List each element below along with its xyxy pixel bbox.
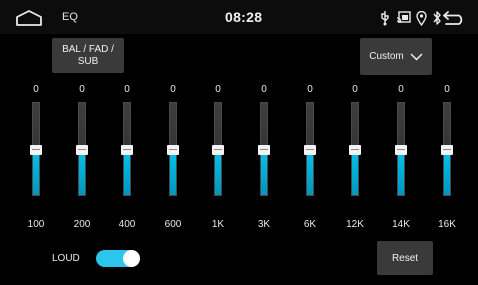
balance-fader-sub-button[interactable]: BAL / FAD / SUB xyxy=(52,38,124,73)
status-bar: EQ 08:28 xyxy=(0,0,478,34)
eq-slider-fill xyxy=(79,148,85,195)
eq-slider-thumb[interactable] xyxy=(258,145,270,155)
eq-band: 0 100 xyxy=(16,84,56,234)
toggle-knob[interactable] xyxy=(123,250,140,267)
chevron-down-icon xyxy=(410,52,423,61)
eq-slider-fill xyxy=(352,148,358,195)
eq-band-value: 0 xyxy=(352,84,358,95)
back-icon[interactable] xyxy=(441,10,467,26)
eq-band: 0 400 xyxy=(107,84,147,234)
eq-slider-thumb[interactable] xyxy=(167,145,179,155)
eq-slider-fill xyxy=(124,148,130,195)
reset-label: Reset xyxy=(391,252,419,264)
eq-band-value: 0 xyxy=(215,84,221,95)
home-icon[interactable] xyxy=(14,9,44,27)
eq-band-value: 0 xyxy=(79,84,85,95)
eq-band-value: 0 xyxy=(307,84,313,95)
eq-band-value: 0 xyxy=(398,84,404,95)
eq-band-value: 0 xyxy=(170,84,176,95)
eq-band-frequency: 400 xyxy=(118,219,136,230)
eq-slider-thumb[interactable] xyxy=(76,145,88,155)
eq-slider-track[interactable] xyxy=(167,102,179,196)
eq-band-frequency: 1K xyxy=(211,219,225,230)
eq-slider-track[interactable] xyxy=(121,102,133,196)
loudness-toggle[interactable] xyxy=(96,250,140,267)
eq-band-frequency: 6K xyxy=(303,219,317,230)
eq-preset-dropdown[interactable]: Custom xyxy=(360,38,432,75)
eq-band-value: 0 xyxy=(124,84,130,95)
eq-preset-label: Custom xyxy=(369,51,404,62)
eq-band-value: 0 xyxy=(33,84,39,95)
eq-slider-thumb[interactable] xyxy=(395,145,407,155)
eq-slider-fill xyxy=(261,148,267,195)
eq-band-frequency: 12K xyxy=(346,219,364,230)
eq-band: 0 14K xyxy=(381,84,421,234)
eq-band: 0 600 xyxy=(153,84,193,234)
screen-cast-icon xyxy=(396,11,411,24)
eq-band: 0 200 xyxy=(62,84,102,234)
eq-slider-fill xyxy=(215,148,221,195)
eq-slider-track[interactable] xyxy=(76,102,88,196)
eq-slider-track[interactable] xyxy=(30,102,42,196)
eq-slider-thumb[interactable] xyxy=(304,145,316,155)
eq-band: 0 12K xyxy=(335,84,375,234)
status-icons xyxy=(379,9,442,27)
eq-slider-track[interactable] xyxy=(395,102,407,196)
eq-band-frequency: 100 xyxy=(27,219,45,230)
eq-band-value: 0 xyxy=(444,84,450,95)
eq-slider-thumb[interactable] xyxy=(30,145,42,155)
balance-fader-sub-label: BAL / FAD / SUB xyxy=(62,43,114,67)
eq-band-frequency: 14K xyxy=(392,219,410,230)
eq-slider-track[interactable] xyxy=(212,102,224,196)
loudness-label: LOUD xyxy=(52,253,80,264)
eq-slider-track[interactable] xyxy=(258,102,270,196)
eq-slider-fill xyxy=(398,148,404,195)
eq-slider-fill xyxy=(33,148,39,195)
eq-slider-thumb[interactable] xyxy=(441,145,453,155)
eq-slider-track[interactable] xyxy=(304,102,316,196)
eq-band: 0 16K xyxy=(427,84,467,234)
eq-band-value: 0 xyxy=(261,84,267,95)
usb-icon xyxy=(381,11,389,26)
eq-band: 0 6K xyxy=(290,84,330,234)
eq-band-frequency: 200 xyxy=(73,219,91,230)
eq-band-frequency: 3K xyxy=(257,219,271,230)
screen-title: EQ xyxy=(62,11,78,23)
eq-slider-fill xyxy=(307,148,313,195)
eq-slider-track[interactable] xyxy=(441,102,453,196)
location-pin-icon xyxy=(416,10,427,26)
eq-slider-track[interactable] xyxy=(349,102,361,196)
reset-button[interactable]: Reset xyxy=(377,241,433,275)
eq-band-frequency: 16K xyxy=(438,219,456,230)
eq-slider-thumb[interactable] xyxy=(212,145,224,155)
eq-band: 0 3K xyxy=(244,84,284,234)
eq-band-frequency: 600 xyxy=(164,219,182,230)
eq-slider-thumb[interactable] xyxy=(349,145,361,155)
clock: 08:28 xyxy=(225,9,263,25)
eq-slider-thumb[interactable] xyxy=(121,145,133,155)
eq-slider-fill xyxy=(444,148,450,195)
eq-band: 0 1K xyxy=(198,84,238,234)
eq-slider-fill xyxy=(170,148,176,195)
